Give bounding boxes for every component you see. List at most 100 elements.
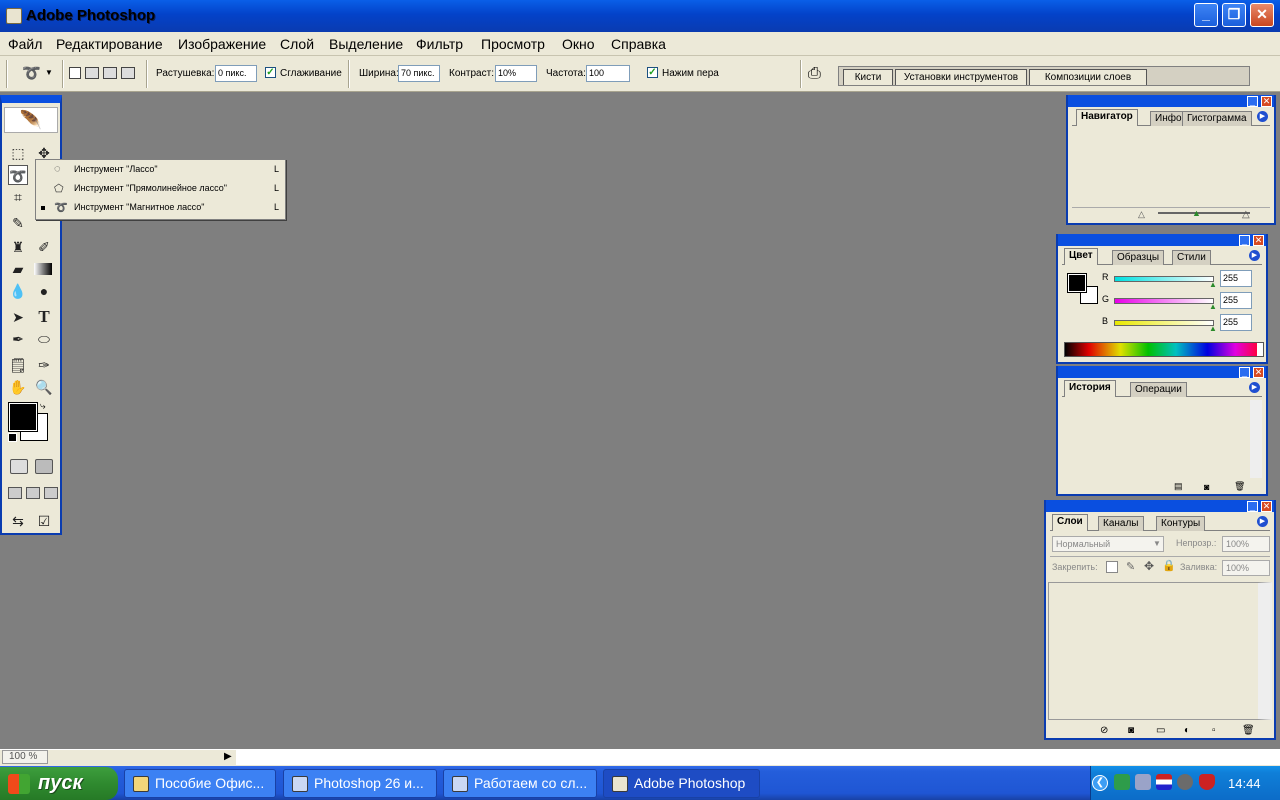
tab-actions[interactable]: Операции: [1130, 382, 1187, 397]
panel-close-button[interactable]: ✕: [1261, 501, 1272, 512]
lock-all-icon[interactable]: 🔒: [1162, 559, 1176, 572]
history-list[interactable]: [1062, 400, 1262, 478]
slider-thumb-icon[interactable]: ▲: [1209, 324, 1217, 333]
pen-tool-icon[interactable]: ✒: [8, 329, 28, 349]
new-layer-icon[interactable]: ▫: [1212, 725, 1216, 736]
panel-close-button[interactable]: ✕: [1261, 96, 1272, 107]
menu-filter[interactable]: Фильтр: [416, 36, 463, 52]
taskbar-item-folder[interactable]: Пособие Офис...: [124, 769, 276, 798]
zoom-out-icon[interactable]: △: [1138, 209, 1145, 220]
panel-menu-icon[interactable]: ▶: [1257, 516, 1268, 527]
tab-navigator[interactable]: Навигатор: [1076, 109, 1138, 126]
width-input[interactable]: 70 пикс.: [398, 65, 440, 82]
shape-tool-icon[interactable]: ⬭: [34, 329, 54, 349]
color-foreground-swatch[interactable]: [1067, 273, 1087, 293]
slider-thumb-icon[interactable]: ▲: [1209, 302, 1217, 311]
panel-menu-icon[interactable]: ▶: [1249, 382, 1260, 393]
feather-input[interactable]: 0 пикс.: [215, 65, 257, 82]
channel-value-r[interactable]: 255: [1220, 270, 1252, 287]
notes-tool-icon[interactable]: 🗒: [8, 355, 28, 375]
lasso-tool-icon[interactable]: ➰: [8, 165, 28, 185]
intersect-selection-icon[interactable]: [121, 67, 135, 79]
new-snapshot-icon[interactable]: ◙: [1204, 482, 1209, 492]
zoom-slider-thumb[interactable]: ▲: [1192, 208, 1201, 218]
panel-minimize-button[interactable]: _: [1247, 501, 1258, 512]
zoom-level[interactable]: 100 %: [2, 750, 48, 764]
magnetic-lasso-preset-icon[interactable]: ➰: [22, 64, 41, 82]
type-tool-icon[interactable]: T: [34, 307, 54, 327]
delete-layer-icon[interactable]: 🗑: [1242, 725, 1255, 736]
blur-tool-icon[interactable]: 💧: [8, 281, 28, 301]
menu-window[interactable]: Окно: [562, 36, 595, 52]
tab-history[interactable]: История: [1064, 380, 1116, 397]
channel-slider-r[interactable]: [1114, 276, 1214, 282]
well-tab-tool-presets[interactable]: Установки инструментов: [895, 69, 1027, 85]
preset-dropdown-arrow-icon[interactable]: ▼: [45, 68, 53, 77]
panel-minimize-button[interactable]: _: [1239, 367, 1250, 378]
delete-state-icon[interactable]: 🗑: [1234, 481, 1245, 492]
eyedropper-tool-icon[interactable]: ✑: [34, 355, 54, 375]
minimize-button[interactable]: _: [1194, 3, 1218, 27]
menu-help[interactable]: Справка: [611, 36, 666, 52]
file-browser-icon[interactable]: ⎙: [808, 65, 821, 83]
lock-transparency-icon[interactable]: [1106, 561, 1118, 573]
clone-stamp-icon[interactable]: ♜: [8, 237, 28, 257]
channel-slider-b[interactable]: [1114, 320, 1214, 326]
dodge-tool-icon[interactable]: ●: [34, 281, 54, 301]
status-menu-arrow-icon[interactable]: ▶: [224, 751, 232, 762]
chevron-down-icon[interactable]: ▼: [1150, 536, 1164, 552]
antialias-checkbox[interactable]: ✓: [265, 67, 276, 78]
opacity-input[interactable]: 100%: [1222, 536, 1270, 552]
swap-colors-icon[interactable]: ⤷: [40, 401, 46, 412]
new-document-from-state-icon[interactable]: ▤: [1174, 481, 1183, 492]
link-layers-icon[interactable]: ⊘: [1100, 725, 1108, 736]
taskbar-item-photoshop[interactable]: Adobe Photoshop: [603, 769, 760, 798]
tab-styles[interactable]: Стили: [1172, 250, 1211, 265]
new-group-icon[interactable]: ◐: [1184, 725, 1190, 736]
zoom-in-icon[interactable]: △: [1242, 209, 1250, 220]
taskbar-item-word-1[interactable]: Photoshop 26 и...: [283, 769, 437, 798]
panel-menu-icon[interactable]: ▶: [1257, 111, 1268, 122]
close-button[interactable]: ✕: [1250, 3, 1274, 27]
language-flag-icon[interactable]: [1156, 774, 1172, 790]
channel-slider-g[interactable]: [1114, 298, 1214, 304]
panel-close-button[interactable]: ✕: [1253, 367, 1264, 378]
speaker-icon[interactable]: [1177, 774, 1193, 790]
layers-list[interactable]: [1048, 582, 1272, 720]
menu-file[interactable]: Файл: [8, 36, 42, 52]
lock-position-icon[interactable]: ✥: [1144, 559, 1154, 573]
screen-mode-full-icon[interactable]: [44, 487, 58, 499]
healing-brush-icon[interactable]: ✎: [8, 213, 28, 233]
foreground-color-swatch[interactable]: [8, 402, 38, 432]
path-selection-icon[interactable]: ➤: [8, 307, 28, 327]
flyout-item-lasso[interactable]: Инструмент "Лассо": [74, 164, 158, 174]
jump-to-imageready-icon[interactable]: ⇆: [8, 511, 28, 531]
crop-tool-icon[interactable]: ⌗: [8, 187, 28, 207]
eraser-tool-icon[interactable]: ▰: [8, 259, 28, 279]
standard-mode-icon[interactable]: [10, 459, 28, 474]
tab-paths[interactable]: Контуры: [1156, 516, 1206, 531]
edit-in-imageready-icon[interactable]: ☑: [34, 511, 54, 531]
layer-mask-icon[interactable]: ▭: [1156, 725, 1165, 736]
flyout-item-magnetic-lasso[interactable]: Инструмент "Магнитное лассо": [74, 202, 204, 212]
screen-mode-standard-icon[interactable]: [8, 487, 22, 499]
restore-button[interactable]: ❐: [1222, 3, 1246, 27]
panel-minimize-button[interactable]: _: [1247, 96, 1258, 107]
panel-minimize-button[interactable]: _: [1239, 235, 1250, 246]
subtract-selection-icon[interactable]: [103, 67, 117, 79]
add-to-selection-icon[interactable]: [85, 67, 99, 79]
show-hidden-icons-icon[interactable]: ❮: [1092, 775, 1108, 791]
color-spectrum-bar[interactable]: [1064, 342, 1264, 357]
taskbar-item-word-2[interactable]: Работаем со сл...: [443, 769, 597, 798]
screen-mode-full-menu-icon[interactable]: [26, 487, 40, 499]
blend-mode-select[interactable]: Нормальный: [1052, 536, 1164, 552]
lock-pixels-icon[interactable]: ✎: [1126, 560, 1135, 573]
zoom-tool-icon[interactable]: 🔍: [34, 377, 54, 397]
tab-swatches[interactable]: Образцы: [1112, 250, 1165, 265]
flyout-item-polygonal-lasso[interactable]: Инструмент "Прямолинейное лассо": [74, 183, 227, 193]
fill-input[interactable]: 100%: [1222, 560, 1270, 576]
history-brush-icon[interactable]: ✐: [34, 237, 54, 257]
layer-style-icon[interactable]: ◙: [1128, 725, 1134, 736]
slider-thumb-icon[interactable]: ▲: [1209, 280, 1217, 289]
channel-value-b[interactable]: 255: [1220, 314, 1252, 331]
